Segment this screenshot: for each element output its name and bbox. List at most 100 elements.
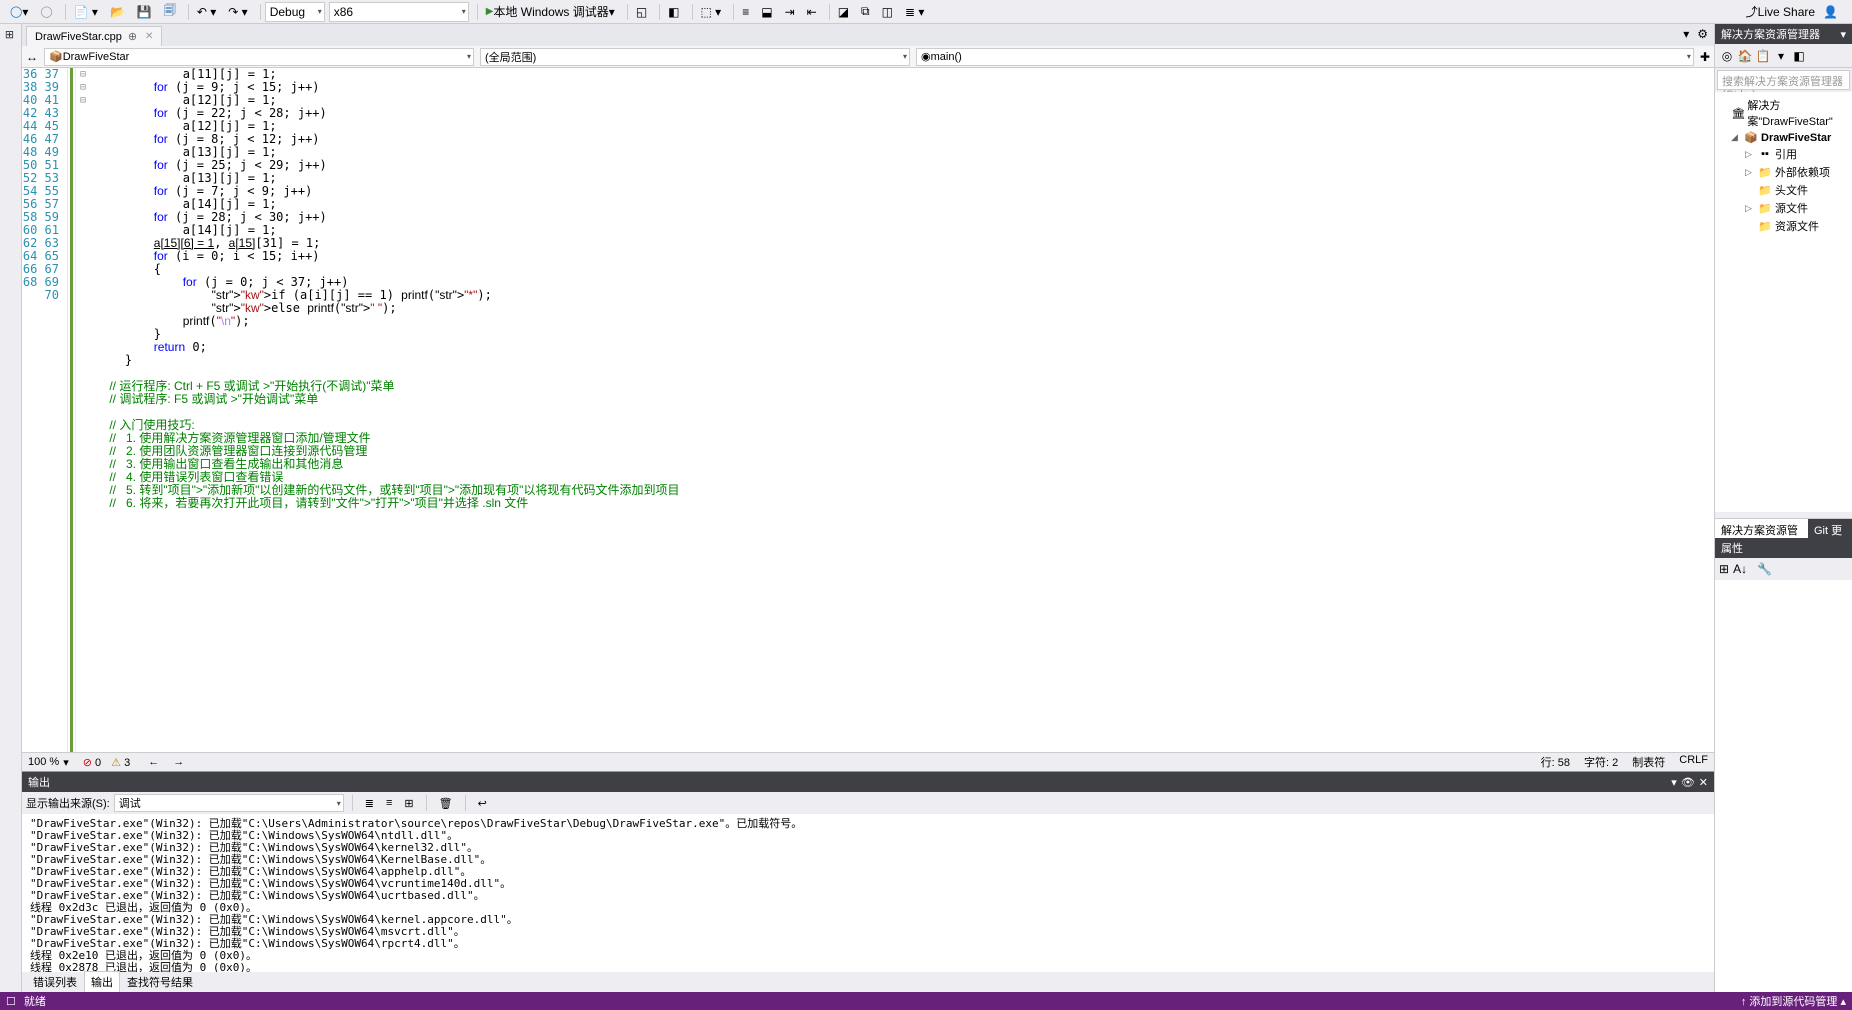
fold-column[interactable]: ⊟ ⊟ ⊟ <box>76 68 90 752</box>
platform-dropdown[interactable]: x86 <box>329 2 469 22</box>
toolbar-btn-k[interactable]: ≣ ▾ <box>901 2 928 22</box>
right-panel: 解决方案资源管理器 ▾ ◎ 🏠 📋 ▾ ◧ 搜索解决方案资源管理器(Ctrl+;… <box>1714 24 1852 992</box>
toolbar-btn-a[interactable]: ◱ <box>632 2 651 22</box>
nav-member-dropdown[interactable]: ◉ main() <box>916 48 1694 66</box>
solution-search-input[interactable]: 搜索解决方案资源管理器(Ctrl+;) <box>1717 70 1850 90</box>
sol-show-all-icon[interactable]: ◧ <box>1791 48 1807 64</box>
margin-bar <box>68 68 76 752</box>
properties-toolbar: ⊞ A↓ 🔧 <box>1715 558 1852 580</box>
split-icon[interactable]: ✚ <box>1696 50 1714 64</box>
cursor-line: 行: 58 <box>1541 754 1570 770</box>
tab-find-symbol[interactable]: 查找符号结果 <box>120 971 200 993</box>
solution-dropdown-icon[interactable]: ▾ <box>1840 28 1846 41</box>
editor-tabs: DrawFiveStar.cpp ⊕ ✕ ▾ ⚙ <box>22 24 1714 46</box>
tab-output[interactable]: 输出 <box>84 971 120 993</box>
sol-sync-icon[interactable]: 📋 <box>1755 48 1771 64</box>
output-clear-button[interactable]: 🗑 <box>435 793 457 813</box>
code-nav-bar: ↔ 📦 DrawFiveStar (全局范围) ◉ main() ✚ <box>22 46 1714 68</box>
output-btn-1[interactable]: ≣ <box>361 793 378 813</box>
save-button[interactable]: 💾 <box>133 2 156 22</box>
toolbar-btn-i[interactable]: ⧉ <box>857 2 874 22</box>
output-btn-2[interactable]: ≡ <box>382 793 396 813</box>
output-dropdown-icon[interactable]: ▾ <box>1671 776 1677 789</box>
tab-solution-explorer[interactable]: 解决方案资源管理器 <box>1715 519 1808 538</box>
tabs-gear-button[interactable]: ⚙ <box>1693 24 1712 44</box>
toolbar-btn-h[interactable]: ◪ <box>834 2 853 22</box>
eol-mode[interactable]: CRLF <box>1679 754 1708 770</box>
toolbar-btn-c[interactable]: ⬚ ▾ <box>697 2 726 22</box>
bottom-panel-tabs: 错误列表 输出 查找符号结果 <box>22 972 1714 992</box>
prop-sort-icon[interactable]: ⊞ <box>1719 562 1729 576</box>
nav-next-button[interactable]: → <box>173 756 184 768</box>
toolbar-btn-b[interactable]: ◧ <box>664 2 683 22</box>
left-tool-tabs: ⊞ <box>0 24 22 992</box>
open-button[interactable]: 📂 <box>106 2 129 22</box>
new-item-button[interactable]: 📄 ▾ <box>70 2 102 22</box>
account-button[interactable]: 👤 <box>1819 2 1842 22</box>
output-source-dropdown[interactable]: 调试 <box>114 794 344 812</box>
output-content[interactable]: "DrawFiveStar.exe"(Win32): 已加载"C:\Users\… <box>22 814 1714 972</box>
refs-node[interactable]: ▷▪▪引用 <box>1717 145 1850 163</box>
output-btn-3[interactable]: ⊞ <box>400 793 417 813</box>
toolbar-btn-j[interactable]: ◫ <box>878 2 897 22</box>
indent-mode[interactable]: 制表符 <box>1632 754 1665 770</box>
solution-root-node[interactable]: 🏛解决方案"DrawFiveStar" <box>1717 96 1850 130</box>
pin-icon[interactable]: ⊕ <box>128 30 137 43</box>
project-node[interactable]: ◢📦DrawFiveStar <box>1717 130 1850 145</box>
save-all-button[interactable]: 🗐 <box>160 2 180 22</box>
headers-node[interactable]: 📁头文件 <box>1717 181 1850 199</box>
status-window-icon[interactable]: ☐ <box>6 995 16 1008</box>
toolbar-btn-e[interactable]: ⬓ <box>757 2 776 22</box>
file-tab-label: DrawFiveStar.cpp <box>35 31 122 43</box>
output-close-icon[interactable]: ✕ <box>1699 776 1708 789</box>
prop-alpha-icon[interactable]: A↓ <box>1733 562 1747 576</box>
tabs-dropdown-button[interactable]: ▾ <box>1679 24 1693 44</box>
nav-forward-button[interactable]: ◯ <box>36 2 56 22</box>
close-tab-icon[interactable]: ✕ <box>145 31 153 42</box>
zoom-level[interactable]: 100 % <box>28 756 59 768</box>
output-title: 输出 <box>28 774 50 790</box>
config-dropdown[interactable]: Debug <box>265 2 325 22</box>
output-toolbar: 显示输出来源(S): 调试 ≣ ≡ ⊞ 🗑 ↩ <box>22 792 1714 814</box>
prop-wrench-icon[interactable]: 🔧 <box>1757 562 1772 576</box>
nav-back-icon[interactable]: ↔ <box>22 50 42 64</box>
line-gutter: 36 37 38 39 40 41 42 43 44 45 46 47 48 4… <box>22 68 68 752</box>
file-tab[interactable]: DrawFiveStar.cpp ⊕ ✕ <box>26 26 162 46</box>
sol-refresh-icon[interactable]: 🏠 <box>1737 48 1753 64</box>
nav-project-dropdown[interactable]: 📦 DrawFiveStar <box>44 48 474 66</box>
properties-title: 属性 <box>1715 538 1852 558</box>
nav-scope-dropdown[interactable]: (全局范围) <box>480 48 910 66</box>
solution-tree[interactable]: 🏛解决方案"DrawFiveStar" ◢📦DrawFiveStar ▷▪▪引用… <box>1715 92 1852 512</box>
server-explorer-tab[interactable]: ⊞ <box>0 24 19 45</box>
live-share-button[interactable]: ⤴ Live Share <box>1742 2 1819 22</box>
output-pin-icon[interactable]: 👁 <box>1681 776 1695 789</box>
toolbar-btn-d[interactable]: ≡ <box>738 2 753 22</box>
redo-button[interactable]: ↷ ▾ <box>224 2 251 22</box>
code-editor[interactable]: 36 37 38 39 40 41 42 43 44 45 46 47 48 4… <box>22 68 1714 752</box>
sources-node[interactable]: ▷📁源文件 <box>1717 199 1850 217</box>
properties-body <box>1715 580 1852 992</box>
code-text[interactable]: a[11][j] = 1; for (j = 9; j < 15; j++) a… <box>90 68 1714 752</box>
ext-deps-node[interactable]: ▷📁外部依赖项 <box>1717 163 1850 181</box>
main-toolbar: ◯ ▾ ◯ 📄 ▾ 📂 💾 🗐 ↶ ▾ ↷ ▾ Debug x86 ▶ 本地 W… <box>0 0 1852 24</box>
nav-back-button[interactable]: ◯ ▾ <box>6 2 32 22</box>
toolbar-btn-f[interactable]: ⇥ <box>781 2 799 22</box>
start-debug-button[interactable]: ▶ 本地 Windows 调试器 ▾ <box>482 2 619 22</box>
toolbar-btn-g[interactable]: ⇤ <box>803 2 821 22</box>
status-bar: ☐ 就绪 ↑ 添加到源代码管理 ▴ <box>0 992 1852 1010</box>
error-count[interactable]: ⊘ 0 <box>83 756 101 769</box>
resources-node[interactable]: 📁资源文件 <box>1717 217 1850 235</box>
tab-error-list[interactable]: 错误列表 <box>26 971 84 993</box>
warning-count[interactable]: ⚠ 3 <box>111 756 130 769</box>
output-wrap-button[interactable]: ↩ <box>474 793 491 813</box>
nav-prev-button[interactable]: ← <box>148 756 159 768</box>
sol-collapse-icon[interactable]: ▾ <box>1773 48 1789 64</box>
output-panel: 输出 ▾ 👁 ✕ 显示输出来源(S): 调试 ≣ ≡ ⊞ 🗑 ↩ "DrawFi <box>22 771 1714 972</box>
output-title-bar: 输出 ▾ 👁 ✕ <box>22 772 1714 792</box>
undo-button[interactable]: ↶ ▾ <box>193 2 220 22</box>
sol-home-icon[interactable]: ◎ <box>1719 48 1735 64</box>
tab-git-changes[interactable]: Git 更改 <box>1808 519 1852 538</box>
cursor-col: 字符: 2 <box>1584 754 1618 770</box>
add-source-control[interactable]: ↑ 添加到源代码管理 ▴ <box>1741 996 1846 1008</box>
editor-status-bar: 100 % ▾ ⊘ 0 ⚠ 3 ← → 行: 58 字符: 2 制表符 CRLF <box>22 752 1714 771</box>
